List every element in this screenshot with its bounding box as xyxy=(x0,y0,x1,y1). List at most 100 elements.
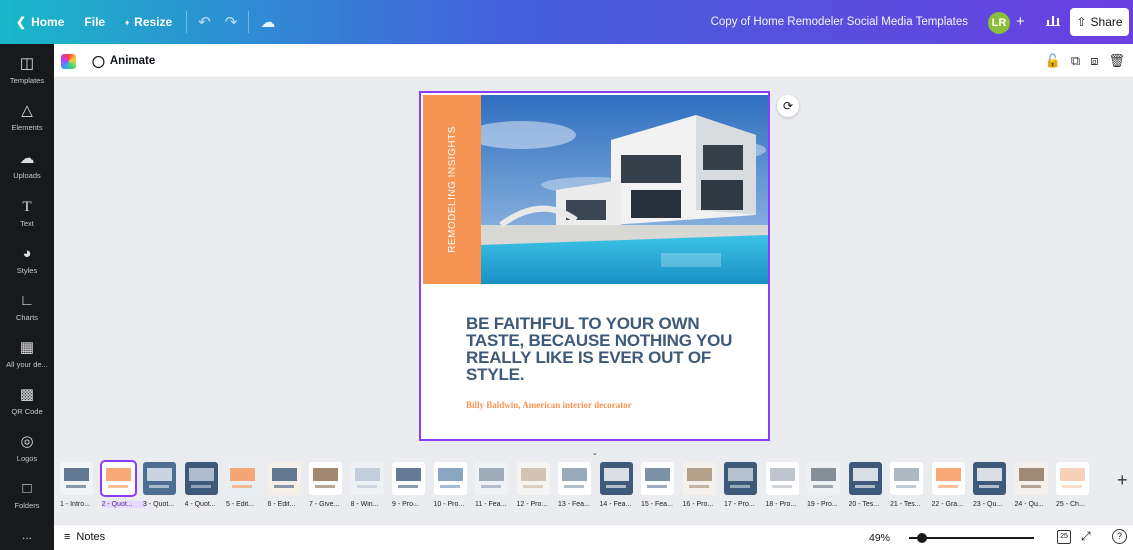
page-thumbnail[interactable]: 9 - Pro... xyxy=(392,462,428,508)
resize-icon: ♦ xyxy=(125,17,130,27)
home-label: Home xyxy=(31,15,65,29)
lock-icon[interactable]: 🔓 xyxy=(1045,53,1061,69)
home-button[interactable]: ❮ Home xyxy=(0,0,74,44)
share-button[interactable]: ⇧ Share xyxy=(1070,8,1129,36)
avatar[interactable]: LR xyxy=(988,12,1010,34)
page-thumbnail[interactable]: 15 - Fea... xyxy=(641,462,677,508)
notes-button[interactable]: ≡ Notes xyxy=(64,531,105,543)
cloud-save-icon[interactable]: ☁ xyxy=(253,13,282,31)
page-thumbnail-label: 6 - Edit... xyxy=(267,501,296,508)
page-thumbnail[interactable]: 20 - Tes... xyxy=(848,462,885,508)
page-thumbnail[interactable]: 25 - Ch... xyxy=(1056,462,1092,508)
page-thumbnail[interactable]: 11 - Fea... xyxy=(475,462,511,508)
file-menu-button[interactable]: File xyxy=(74,0,115,44)
fullscreen-icon[interactable]: ⤢ xyxy=(1081,529,1091,544)
page-thumbnail[interactable]: 5 - Edit... xyxy=(226,462,262,508)
add-page-icon[interactable]: ⧉ xyxy=(1071,53,1080,69)
page-thumbnail-label: 15 - Fea... xyxy=(641,501,673,508)
page-thumbnail-label: 12 - Pro... xyxy=(516,501,548,508)
page-thumbnail-label: 14 - Fea... xyxy=(599,501,632,508)
page-thumbnail-label: 7 - Give... xyxy=(309,501,340,508)
page-thumbnail-image xyxy=(99,460,137,497)
sidebar-item-text[interactable]: T Text xyxy=(0,197,54,228)
delete-page-icon[interactable]: 🗑 xyxy=(1108,53,1125,69)
sidebar-item-more[interactable]: ... xyxy=(0,526,54,542)
page-thumbnail-label: 17 - Pro... xyxy=(724,501,755,508)
page-thumbnail[interactable]: 18 - Pro... xyxy=(765,462,802,508)
redo-icon[interactable]: ↷ xyxy=(218,13,245,31)
qr-code-icon: ▩ xyxy=(19,386,35,403)
page-thumbnail-image xyxy=(475,462,508,495)
sidebar-item-elements[interactable]: △ Elements xyxy=(0,101,54,132)
page-thumbnail-image xyxy=(60,462,93,495)
page-thumbnail-label: 10 - Pro... xyxy=(433,501,465,508)
page-thumbnail-image xyxy=(682,462,716,495)
sidebar-item-charts[interactable]: ∟ Charts xyxy=(0,291,54,322)
page-thumbnail[interactable]: 17 - Pro... xyxy=(724,462,760,508)
divider xyxy=(186,11,188,33)
zoom-slider-handle[interactable] xyxy=(916,533,927,543)
zoom-level[interactable]: 49% xyxy=(869,532,890,544)
page-thumbnail[interactable]: 23 - Qu... xyxy=(973,462,1009,508)
zoom-slider[interactable] xyxy=(909,533,1034,543)
page-thumbnail[interactable]: 19 - Pro... xyxy=(807,462,843,508)
page-thumbnail[interactable]: 21 - Tes... xyxy=(890,462,926,508)
rotate-icon[interactable]: ⟳ xyxy=(777,95,799,117)
notes-label: Notes xyxy=(76,531,106,543)
sidebar-item-logos[interactable]: ◎ Logos xyxy=(0,432,54,463)
quote-text[interactable]: BE FAITHFUL TO YOUR OWN TASTE, BECAUSE N… xyxy=(466,315,756,383)
page-thumbnail[interactable]: 14 - Fea... xyxy=(599,462,636,508)
page-thumbnail-label: 2 - Quot... xyxy=(101,501,146,508)
notes-icon: ≡ xyxy=(64,531,71,543)
resize-label: Resize xyxy=(134,15,173,29)
page-thumbnail[interactable]: 6 - Edit... xyxy=(267,462,304,508)
page-thumbnail-image xyxy=(558,462,591,495)
page-thumbnail-label: 1 - Intro... xyxy=(60,501,90,508)
page-thumbnail[interactable]: 8 - Win... xyxy=(350,462,387,508)
page-thumbnail[interactable]: 4 - Quot... xyxy=(184,462,221,508)
house-pool-image xyxy=(481,95,768,284)
color-picker-icon[interactable] xyxy=(61,54,76,69)
vertical-heading-box[interactable]: REMODELING INSIGHTS xyxy=(423,95,481,284)
page-thumbnail[interactable]: 2 - Quot... xyxy=(99,460,146,508)
sidebar-item-all-designs[interactable]: ▦ All your de... xyxy=(0,338,54,369)
page-thumbnail[interactable]: 13 - Fea... xyxy=(558,462,594,508)
resize-button[interactable]: ♦ Resize xyxy=(115,0,182,44)
add-collaborator-icon[interactable]: + xyxy=(1016,13,1025,30)
page-thumbnail[interactable]: 16 - Pro... xyxy=(682,462,719,508)
quote-author[interactable]: Billy Baldwin, American interior decorat… xyxy=(466,400,632,410)
add-page-button[interactable]: + xyxy=(1117,470,1128,491)
sidebar-item-folders[interactable]: □ Folders xyxy=(0,479,54,510)
page-thumbnail-label: 16 - Pro... xyxy=(682,501,714,508)
page-thumbnail[interactable]: 7 - Give... xyxy=(309,462,345,508)
page-thumbnail-image xyxy=(931,462,965,495)
page-thumbnail-image xyxy=(267,462,301,495)
page-thumbnail-label: 18 - Pro... xyxy=(765,501,797,508)
page-thumbnail-label: 19 - Pro... xyxy=(807,501,838,508)
duplicate-page-icon[interactable]: ⧈ xyxy=(1090,53,1098,69)
page-thumbnail-image xyxy=(765,462,799,495)
undo-icon[interactable]: ↶ xyxy=(191,13,218,31)
insights-icon[interactable] xyxy=(1042,12,1064,32)
page-thumbnail[interactable]: 12 - Pro... xyxy=(516,462,553,508)
page-thumbnail[interactable]: 3 - Quot... xyxy=(143,462,179,508)
page-thumbnail[interactable]: 1 - Intro... xyxy=(60,462,96,508)
house-photo[interactable] xyxy=(481,95,768,284)
animate-label: Animate xyxy=(109,55,156,67)
sidebar-item-qr-code[interactable]: ▩ QR Code xyxy=(0,385,54,416)
page-thumbnail[interactable]: 22 - Gra... xyxy=(931,462,968,508)
sidebar-item-templates[interactable]: ◫ Templates xyxy=(0,54,54,85)
page-count-button[interactable]: 25 xyxy=(1057,530,1071,544)
design-page[interactable]: REMODELING INSIGHTS BE FAITHFUL TO YOUR … xyxy=(419,91,770,441)
help-icon[interactable]: ? xyxy=(1112,529,1127,544)
animate-button[interactable]: ◯ Animate xyxy=(92,51,155,71)
page-thumbnail[interactable]: 10 - Pro... xyxy=(433,462,470,508)
collapse-pages-icon[interactable]: ⌄ xyxy=(586,448,604,458)
sidebar-item-uploads[interactable]: ☁ Uploads xyxy=(0,149,54,180)
page-thumbnail-image xyxy=(724,462,757,495)
sidebar-item-styles[interactable]: ◕ Styles xyxy=(0,244,54,275)
page-thumbnail-image xyxy=(807,462,840,495)
document-title[interactable]: Copy of Home Remodeler Social Media Temp… xyxy=(711,16,968,28)
page-thumbnail-image xyxy=(890,462,923,495)
page-thumbnail[interactable]: 24 - Qu... xyxy=(1014,462,1051,508)
